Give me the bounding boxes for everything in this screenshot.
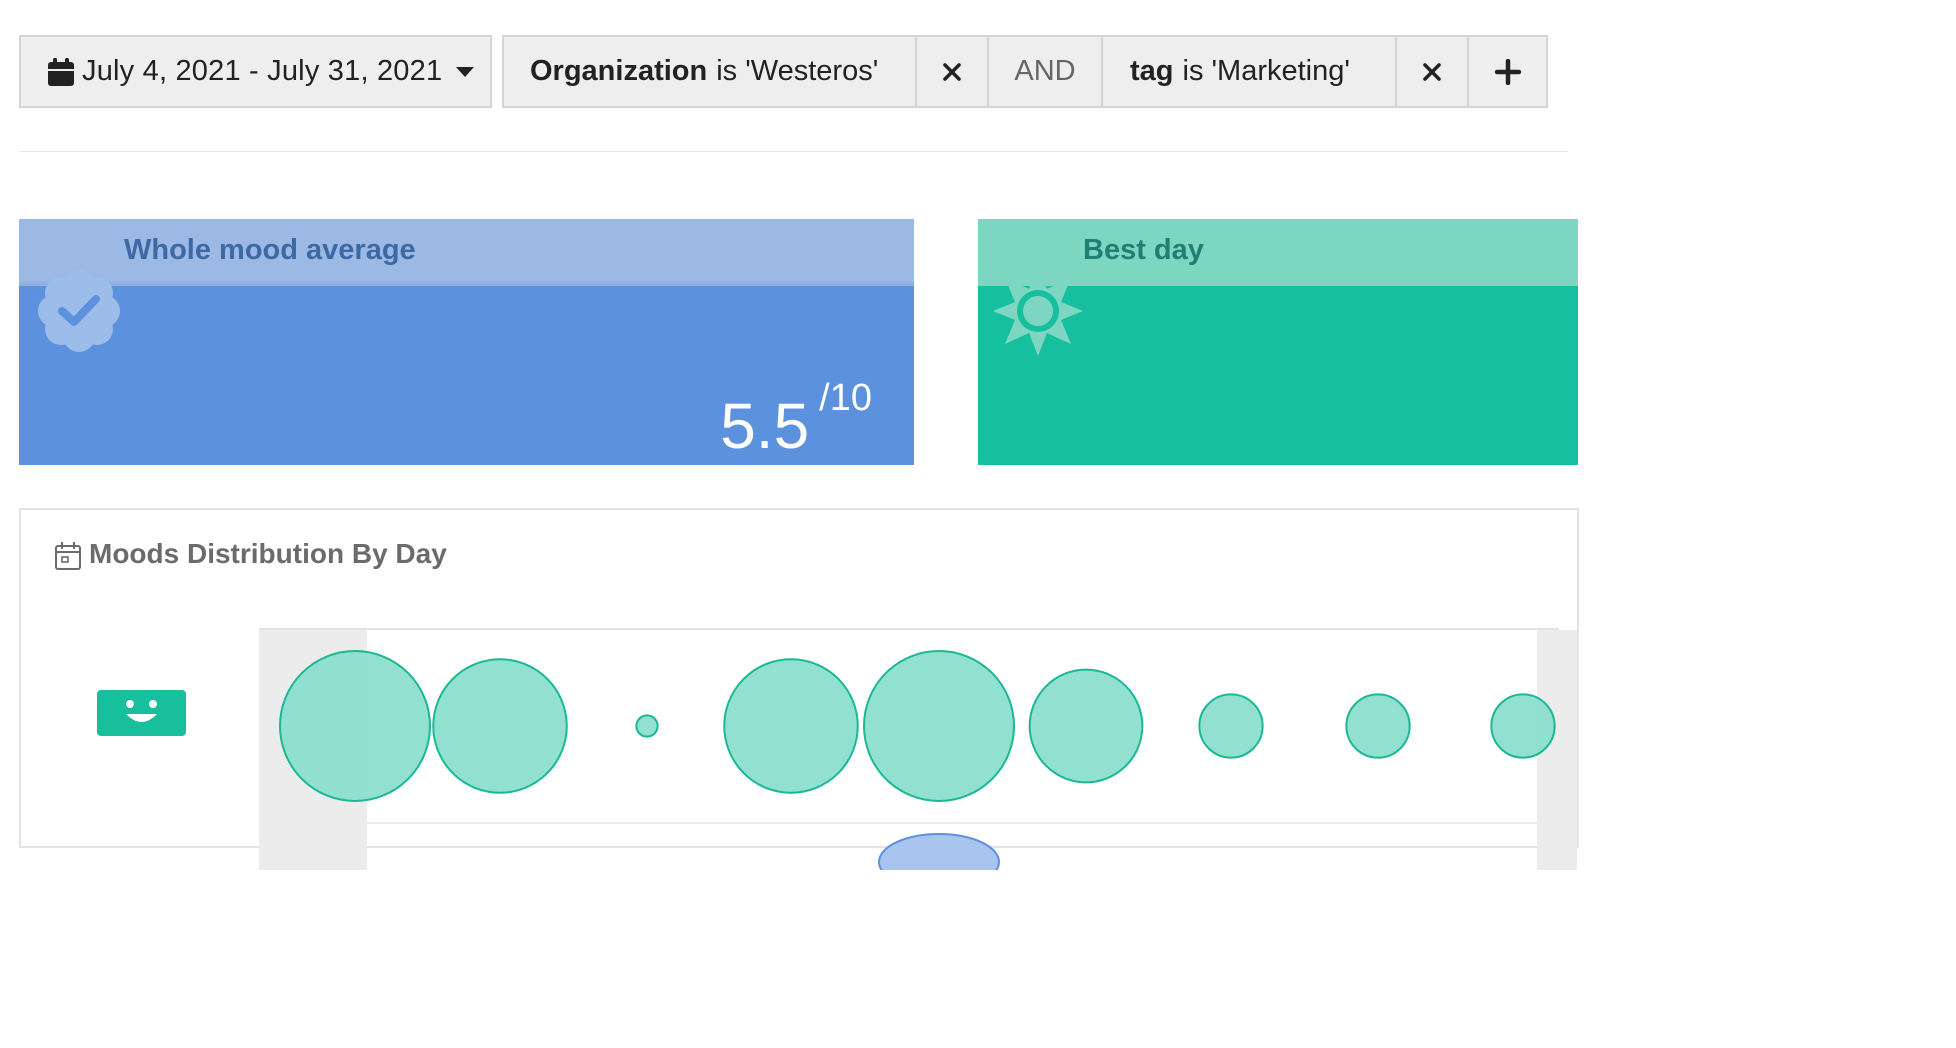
filter-field: tag — [1130, 55, 1174, 87]
next-row-bubble-partial — [878, 833, 1000, 870]
filter-field: Organization — [530, 55, 708, 87]
filter-joiner[interactable]: AND — [989, 37, 1101, 106]
date-range-label: July 4, 2021 - July 31, 2021 — [82, 55, 443, 87]
filter-value: is 'Marketing' — [1182, 55, 1350, 87]
kpi-suffix: /10 — [819, 377, 872, 419]
date-range-picker[interactable]: July 4, 2021 - July 31, 2021 — [19, 35, 492, 108]
calendar-icon — [48, 57, 74, 86]
filter-conditions: Organization is 'Westeros' AND tag is 'M… — [502, 35, 1548, 108]
sun-icon — [993, 266, 1083, 356]
divider — [19, 151, 1568, 152]
calendar-outline-icon — [55, 542, 81, 570]
filter-chip-organization[interactable]: Organization is 'Westeros' — [530, 37, 878, 106]
remove-filter-button[interactable] — [917, 37, 987, 106]
add-filter-button[interactable] — [1469, 37, 1546, 106]
card-title: Best day — [1083, 234, 1204, 266]
mood-average-card: Whole mood average 5.5/10 — [19, 219, 914, 465]
card-title: Whole mood average — [124, 234, 416, 266]
filter-chip-tag[interactable]: tag is 'Marketing' — [1130, 37, 1350, 106]
smiley-face-icon — [97, 690, 186, 736]
divider — [1101, 37, 1103, 106]
mood-average-value: 5.5/10 — [720, 377, 872, 463]
kpi-number: 5.5 — [720, 390, 810, 462]
close-icon — [1423, 62, 1441, 81]
panel-title: Moods Distribution By Day — [89, 538, 447, 569]
plus-icon — [1494, 58, 1521, 85]
moods-distribution-panel: Moods Distribution By Day — [19, 508, 1579, 870]
close-icon — [943, 62, 961, 81]
verified-badge-icon — [38, 270, 120, 352]
filter-value: is 'Westeros' — [716, 55, 879, 87]
remove-filter-button[interactable] — [1397, 37, 1467, 106]
chevron-down-icon — [456, 66, 475, 77]
best-day-card: Best day — [978, 219, 1578, 465]
bubble-plot — [259, 628, 1577, 870]
